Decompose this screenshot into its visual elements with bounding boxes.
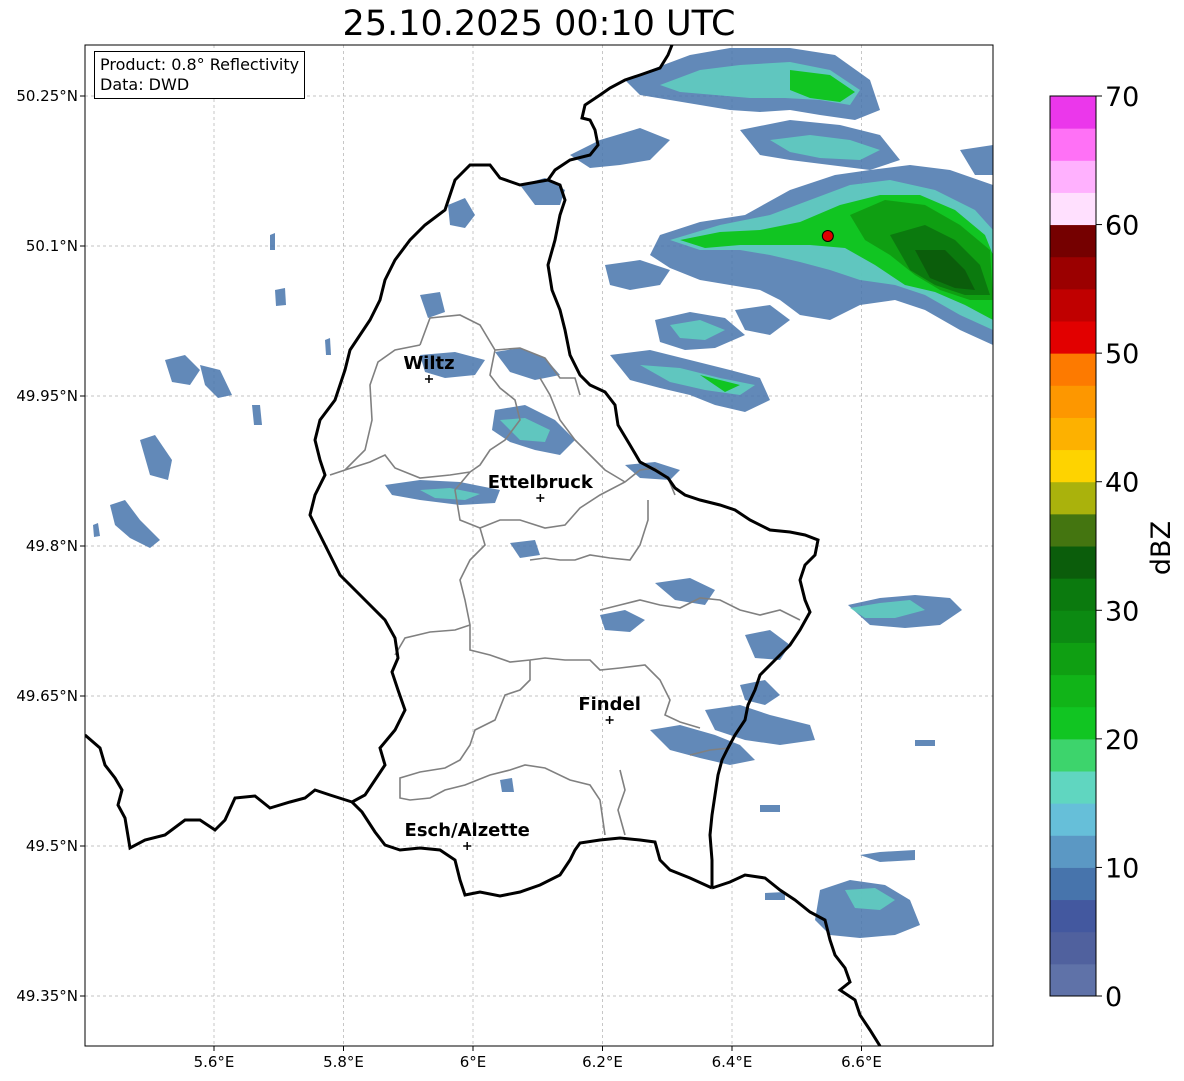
colorbar-segment <box>1050 706 1096 740</box>
colorbar-segment <box>1050 192 1096 226</box>
lon-label: 6°E <box>460 1053 487 1071</box>
colorbar-segment <box>1050 674 1096 708</box>
echo-scatter-southeast <box>650 595 962 938</box>
colorbar-tick-label: 20 <box>1105 725 1139 756</box>
radar-site-marker <box>821 230 834 242</box>
colorbar-segment <box>1050 96 1096 129</box>
colorbar-segment <box>1050 449 1096 483</box>
colorbar-segment <box>1050 578 1096 611</box>
city-marker <box>463 842 472 850</box>
product-info-box: Product: 0.8° Reflectivity Data: DWD <box>94 51 306 99</box>
colorbar-label: dBZ <box>1146 521 1177 575</box>
radar-map: 50.25°N 50.1°N 49.95°N 49.8°N 49.65°N 49.5°N 4… <box>16 44 1177 1071</box>
lat-label: 49.65°N <box>16 687 78 705</box>
lat-label: 50.25°N <box>16 87 78 105</box>
colorbar-segment <box>1050 481 1096 515</box>
colorbar-segment <box>1050 353 1096 386</box>
lon-label: 6.2°E <box>582 1053 623 1071</box>
lat-label: 49.5°N <box>26 837 78 855</box>
colorbar-segment <box>1050 128 1096 161</box>
france-belgium-border <box>85 733 353 851</box>
city-marker <box>536 494 545 502</box>
colorbar-segment <box>1050 224 1096 258</box>
colorbar-segment <box>1050 738 1096 772</box>
city-label: Ettelbruck <box>488 472 594 493</box>
lat-label: 49.8°N <box>26 537 78 555</box>
city-marker <box>605 716 614 724</box>
colorbar: 0 10 20 30 40 50 60 70 <box>1049 82 1139 1013</box>
city-label: Findel <box>578 694 641 715</box>
product-line: Product: 0.8° Reflectivity <box>100 55 300 74</box>
colorbar-segment <box>1050 513 1096 547</box>
colorbar-tick-label: 60 <box>1105 211 1139 242</box>
colorbar-tick-label: 0 <box>1105 982 1122 1013</box>
lat-label: 50.1°N <box>26 237 78 255</box>
colorbar-tick-label: 40 <box>1105 468 1139 499</box>
colorbar-segment <box>1050 288 1096 322</box>
data-source-line: Data: DWD <box>100 75 190 94</box>
colorbar-segment <box>1050 771 1096 804</box>
radar-site-dot <box>821 230 834 242</box>
colorbar-segment <box>1050 417 1096 451</box>
echo-scatter-west <box>93 233 514 792</box>
colorbar-segment <box>1050 321 1096 354</box>
lat-label: 49.95°N <box>16 387 78 405</box>
lon-label: 5.8°E <box>323 1053 364 1071</box>
colorbar-segment <box>1050 610 1096 643</box>
colorbar-tick-label: 30 <box>1105 596 1139 627</box>
boundaries <box>85 45 882 1046</box>
colorbar-segment <box>1050 835 1096 868</box>
colorbar-segment <box>1050 899 1096 933</box>
city-marker <box>424 375 433 383</box>
colorbar-segment <box>1050 931 1096 965</box>
colorbar-tick-label: 70 <box>1105 82 1139 113</box>
lon-label: 6.6°E <box>841 1053 882 1071</box>
colorbar-segment <box>1050 963 1096 997</box>
colorbar-tick-label: 10 <box>1105 853 1139 884</box>
colorbar-segment <box>1050 160 1096 193</box>
colorbar-segment <box>1050 642 1096 676</box>
colorbar-segment <box>1050 803 1096 836</box>
colorbar-segment <box>1050 867 1096 901</box>
colorbar-segment <box>1050 546 1096 579</box>
colorbar-segment <box>1050 385 1096 418</box>
lon-label: 5.6°E <box>194 1053 235 1071</box>
lon-label: 6.4°E <box>712 1053 753 1071</box>
city-label: Wiltz <box>403 353 454 374</box>
colorbar-tick-label: 50 <box>1105 339 1139 370</box>
colorbar-segment <box>1050 256 1096 290</box>
lat-label: 49.35°N <box>16 987 78 1005</box>
city-label: Esch/Alzette <box>405 820 530 841</box>
